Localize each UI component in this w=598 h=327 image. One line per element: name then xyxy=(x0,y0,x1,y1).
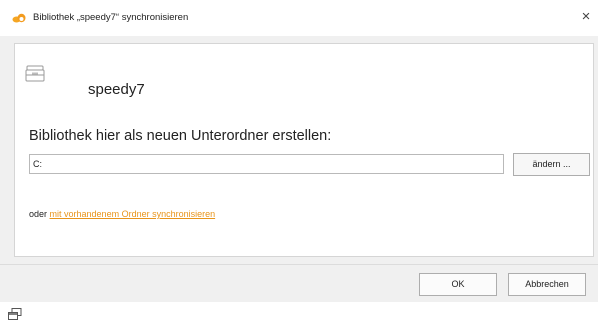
window-restore-icon[interactable] xyxy=(8,308,22,321)
ok-button[interactable]: OK xyxy=(419,273,497,296)
cancel-button[interactable]: Abbrechen xyxy=(508,273,586,296)
content-panel: speedy7 Bibliothek hier als neuen Untero… xyxy=(14,43,594,257)
create-subfolder-label: Bibliothek hier als neuen Unterordner er… xyxy=(29,128,332,144)
library-name: speedy7 xyxy=(88,81,145,98)
sync-existing-row: oder mit vorhandenem Ordner synchronisie… xyxy=(29,209,215,219)
change-button[interactable]: ändern ... xyxy=(513,153,590,176)
sync-existing-folder-link[interactable]: mit vorhandenem Ordner synchronisieren xyxy=(50,209,216,219)
footer-divider xyxy=(0,264,598,265)
path-input[interactable] xyxy=(29,154,504,174)
sync-library-dialog: Bibliothek „speedy7“ synchronisieren × s… xyxy=(0,0,598,302)
library-icon xyxy=(25,65,45,82)
window-title: Bibliothek „speedy7“ synchronisieren xyxy=(33,12,189,23)
seafile-logo-icon xyxy=(12,13,26,23)
close-button[interactable]: × xyxy=(578,8,594,26)
title-bar: Bibliothek „speedy7“ synchronisieren × xyxy=(0,0,598,36)
sync-prefix-text: oder xyxy=(29,209,48,219)
